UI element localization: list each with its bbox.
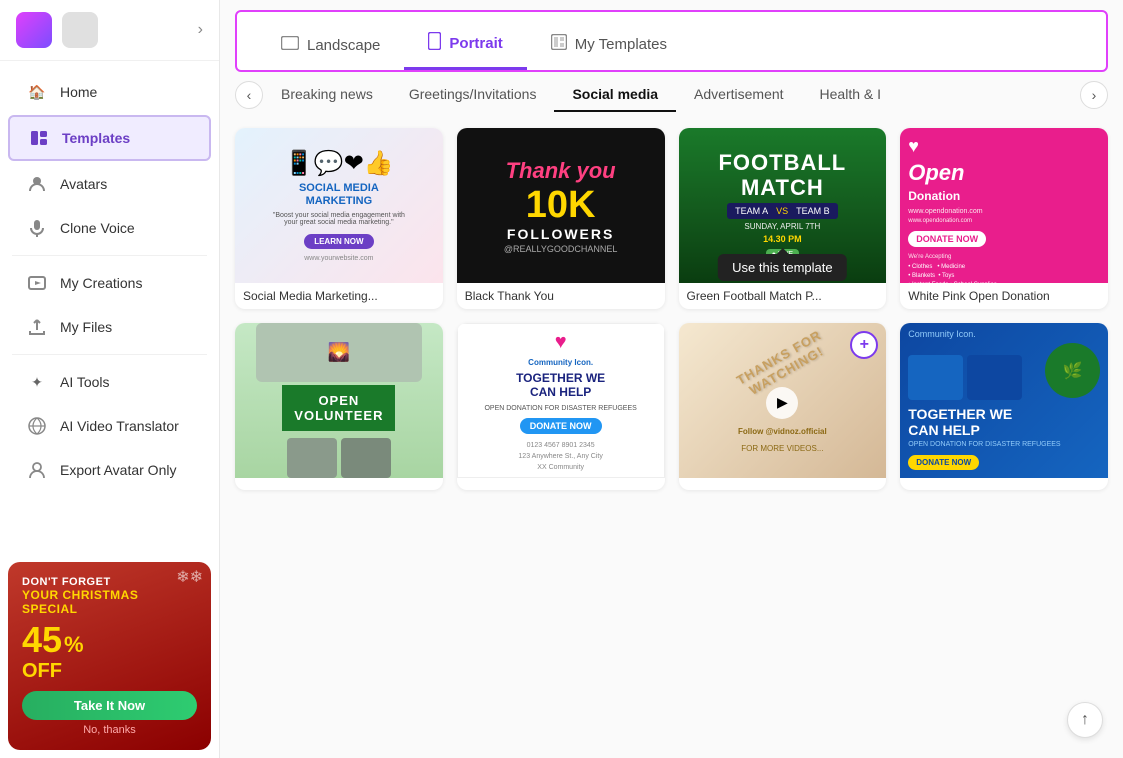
sidebar-item-label: Templates xyxy=(62,130,130,146)
template-thumb-4: ♥ Open Donation www.opendonation.com www… xyxy=(900,128,1108,283)
sidebar-item-label: AI Tools xyxy=(60,374,110,390)
tab-portrait[interactable]: Portrait xyxy=(404,24,526,70)
my-files-icon xyxy=(26,316,48,338)
tab-my-templates[interactable]: My Templates xyxy=(527,26,691,70)
cat-next-btn[interactable]: › xyxy=(1080,81,1108,109)
clone-voice-icon xyxy=(26,217,48,239)
sidebar-item-avatars[interactable]: Avatars xyxy=(8,163,211,205)
sidebar-item-templates[interactable]: Templates xyxy=(8,115,211,161)
template-label-7 xyxy=(679,478,887,490)
sidebar-logo: › xyxy=(0,0,219,61)
nav-divider-2 xyxy=(12,354,207,355)
template-label-4: White Pink Open Donation xyxy=(900,283,1108,309)
sidebar-item-clone-voice[interactable]: Clone Voice xyxy=(8,207,211,249)
promo-take-btn[interactable]: Take It Now xyxy=(22,691,197,720)
main-wrapper: Landscape Portrait My Templates ‹ Breaki xyxy=(220,0,1123,758)
template-thumb-1: 📱💬❤👍 SOCIAL MEDIAMARKETING "Boost your s… xyxy=(235,128,443,283)
template-thumb-3: FOOTBALLMATCH TEAM AVSTEAM B SUNDAY, APR… xyxy=(679,128,887,283)
logo-secondary xyxy=(62,12,98,48)
template-card-together-blue[interactable]: Community Icon. 🌿 TOGETHER WECAN HELP OP… xyxy=(900,323,1108,490)
promo-card: ❄❄ DON'T FORGET YOUR CHRISTMAS SPECIAL 4… xyxy=(8,562,211,750)
scroll-to-top-btn[interactable]: ↑ xyxy=(1067,702,1103,738)
tab-landscape[interactable]: Landscape xyxy=(257,28,404,70)
templates-grid: 📱💬❤👍 SOCIAL MEDIAMARKETING "Boost your s… xyxy=(220,118,1123,758)
template-label-2: Black Thank You xyxy=(457,283,665,309)
sidebar-item-ai-video-translator[interactable]: AI Video Translator xyxy=(8,405,211,447)
sidebar-item-label: My Creations xyxy=(60,275,142,291)
template-label-3: Green Football Match P... xyxy=(679,283,887,309)
scroll-top-icon: ↑ xyxy=(1081,711,1089,729)
template-thumb-8: Community Icon. 🌿 TOGETHER WECAN HELP OP… xyxy=(900,323,1108,478)
template-card-open-volunteer[interactable]: 🌄 OPENVOLUNTEER xyxy=(235,323,443,490)
template-card-thanks-watching[interactable]: THANKS FORWATCHING! ▶ Follow @vidnoz.off… xyxy=(679,323,887,490)
sidebar-item-label: Export Avatar Only xyxy=(60,462,176,478)
template-label-6 xyxy=(457,478,665,490)
cat-tab-health[interactable]: Health & I xyxy=(802,78,899,112)
ai-tools-icon: ✦ xyxy=(26,371,48,393)
promo-no-thanks[interactable]: No, thanks xyxy=(22,724,197,736)
template-label-1: Social Media Marketing... xyxy=(235,283,443,309)
ai-video-translator-icon xyxy=(26,415,48,437)
sidebar-item-label: AI Video Translator xyxy=(60,418,179,434)
tab-my-templates-label: My Templates xyxy=(575,36,667,53)
promo-percent: % xyxy=(64,632,84,658)
nav-divider-1 xyxy=(12,255,207,256)
category-bar: ‹ Breaking news Greetings/Invitations So… xyxy=(220,72,1123,118)
template-label-8 xyxy=(900,478,1108,490)
landscape-icon xyxy=(281,36,299,55)
templates-icon xyxy=(28,127,50,149)
category-tabs: Breaking news Greetings/Invitations Soci… xyxy=(263,78,1080,112)
home-icon: 🏠 xyxy=(26,81,48,103)
logo-primary xyxy=(16,12,52,48)
template-thumb-2: Thank you 10K FOLLOWERS @REALLYGOODCHANN… xyxy=(457,128,665,283)
sidebar-collapse-btn[interactable]: › xyxy=(198,21,203,39)
promo-xmas-label: YOUR CHRISTMAS SPECIAL xyxy=(22,588,197,616)
template-thumb-6: ♥ Community Icon. TOGETHER WECAN HELP OP… xyxy=(457,323,665,478)
portrait-icon xyxy=(428,32,441,55)
sidebar-item-home[interactable]: 🏠 Home xyxy=(8,71,211,113)
template-thumb-5: 🌄 OPENVOLUNTEER xyxy=(235,323,443,478)
sidebar: › 🏠 Home Templates Avatars Clone Voice xyxy=(0,0,220,758)
cat-tab-social-media[interactable]: Social media xyxy=(554,78,676,112)
promo-discount-number: 45 xyxy=(22,620,62,660)
sidebar-item-export-avatar[interactable]: Export Avatar Only xyxy=(8,449,211,491)
template-card-black-thank-you[interactable]: Thank you 10K FOLLOWERS @REALLYGOODCHANN… xyxy=(457,128,665,309)
promo-dont-forget: DON'T FORGET xyxy=(22,576,197,588)
main-content: Landscape Portrait My Templates ‹ Breaki xyxy=(220,0,1123,758)
sidebar-item-label: My Files xyxy=(60,319,112,335)
tab-portrait-label: Portrait xyxy=(449,35,502,52)
avatars-icon xyxy=(26,173,48,195)
promo-off-label: OFF xyxy=(22,660,197,683)
template-card-pink-donation[interactable]: ♥ Open Donation www.opendonation.com www… xyxy=(900,128,1108,309)
template-card-social-media-marketing[interactable]: 📱💬❤👍 SOCIAL MEDIAMARKETING "Boost your s… xyxy=(235,128,443,309)
tab-landscape-label: Landscape xyxy=(307,37,380,54)
sidebar-item-label: Home xyxy=(60,84,97,100)
template-card-community-together[interactable]: ♥ Community Icon. TOGETHER WECAN HELP OP… xyxy=(457,323,665,490)
tab-bar-top: Landscape Portrait My Templates xyxy=(235,10,1108,72)
my-creations-icon xyxy=(26,272,48,294)
sidebar-item-my-creations[interactable]: My Creations xyxy=(8,262,211,304)
sidebar-item-ai-tools[interactable]: ✦ AI Tools xyxy=(8,361,211,403)
sidebar-item-label: Clone Voice xyxy=(60,220,135,236)
cat-tab-advertisement[interactable]: Advertisement xyxy=(676,78,801,112)
my-templates-icon xyxy=(551,34,567,55)
promo-decoration: ❄❄ xyxy=(176,567,203,587)
template-label-5 xyxy=(235,478,443,490)
cat-tab-breaking-news[interactable]: Breaking news xyxy=(263,78,391,112)
sidebar-navigation: 🏠 Home Templates Avatars Clone Voice xyxy=(0,61,219,554)
cat-tab-greetings[interactable]: Greetings/Invitations xyxy=(391,78,555,112)
cat-prev-btn[interactable]: ‹ xyxy=(235,81,263,109)
sidebar-item-label: Avatars xyxy=(60,176,107,192)
sidebar-item-my-files[interactable]: My Files xyxy=(8,306,211,348)
template-card-football-match[interactable]: FOOTBALLMATCH TEAM AVSTEAM B SUNDAY, APR… xyxy=(679,128,887,309)
export-avatar-icon xyxy=(26,459,48,481)
